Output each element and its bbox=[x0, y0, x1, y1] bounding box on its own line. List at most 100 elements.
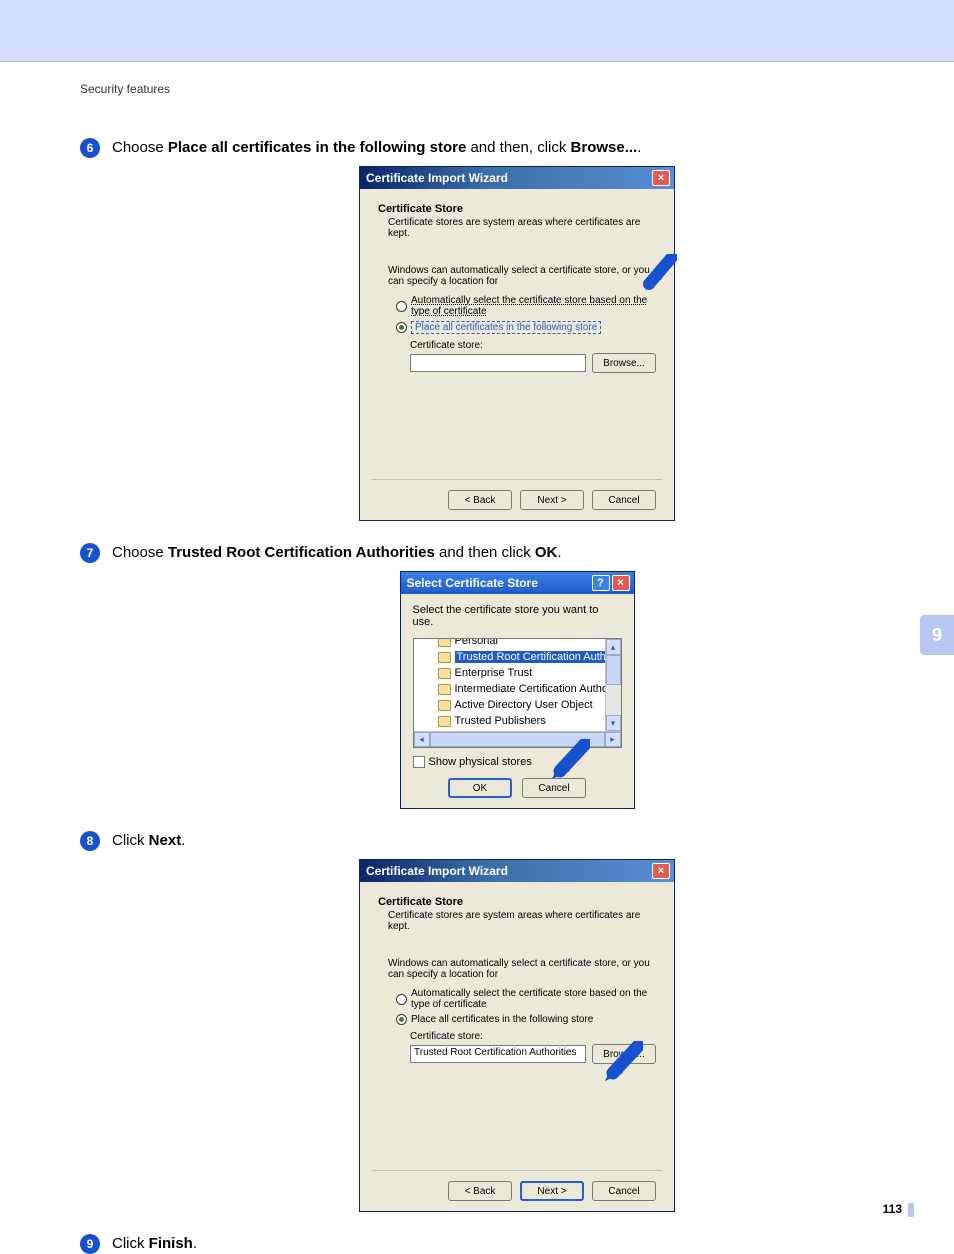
step-6: 6 Choose Place all certificates in the f… bbox=[80, 138, 954, 158]
t: . bbox=[181, 832, 185, 849]
browse-button[interactable]: Browse... bbox=[592, 353, 656, 373]
tree-item-trusted-pub[interactable]: Trusted Publishers bbox=[416, 713, 619, 729]
arrow-icon bbox=[601, 1041, 643, 1083]
step-bullet: 8 bbox=[80, 831, 100, 851]
section-title: Security features bbox=[80, 82, 954, 96]
cert-store-field[interactable]: Trusted Root Certification Authorities bbox=[410, 1045, 586, 1063]
arrow-icon bbox=[639, 254, 677, 292]
cert-store-field[interactable] bbox=[410, 354, 586, 372]
step-8: 8 Click Next. bbox=[80, 831, 954, 851]
t: Place all certificates in the following … bbox=[168, 139, 466, 156]
step-bullet: 9 bbox=[80, 1234, 100, 1254]
close-icon[interactable]: × bbox=[652, 170, 670, 186]
t: Choose bbox=[112, 544, 168, 561]
radio-label: Automatically select the certificate sto… bbox=[411, 295, 656, 317]
radio-auto[interactable]: Automatically select the certificate sto… bbox=[396, 295, 656, 317]
folder-icon bbox=[438, 668, 451, 679]
step-text: Click Next. bbox=[112, 831, 185, 851]
ok-button[interactable]: OK bbox=[448, 778, 512, 798]
folder-icon bbox=[438, 700, 451, 711]
scroll-left-icon[interactable]: ◂ bbox=[414, 732, 430, 747]
t: Browse... bbox=[571, 139, 638, 156]
tree-item-trusted-root[interactable]: Trusted Root Certification Authorities bbox=[416, 649, 619, 665]
tree-item-aduo[interactable]: Active Directory User Object bbox=[416, 697, 619, 713]
select-cert-store-dialog: Select Certificate Store ? × Select the … bbox=[400, 571, 635, 809]
t: Trusted Root Certification Authorities bbox=[168, 544, 435, 561]
cert-store-para: Windows can automatically select a certi… bbox=[388, 958, 656, 980]
cert-store-field-label: Certificate store: bbox=[410, 340, 656, 351]
page-number: 113 bbox=[883, 1202, 914, 1217]
radio-label: Automatically select the certificate sto… bbox=[411, 988, 656, 1010]
select-store-label: Select the certificate store you want to… bbox=[413, 604, 622, 628]
t: . bbox=[193, 1235, 197, 1252]
cert-store-heading: Certificate Store bbox=[378, 896, 656, 908]
tree-label: Enterprise Trust bbox=[455, 667, 533, 679]
step-text: Choose Trusted Root Certification Author… bbox=[112, 543, 562, 563]
help-icon[interactable]: ? bbox=[592, 575, 610, 591]
scroll-thumb[interactable] bbox=[606, 655, 621, 685]
dialog-titlebar: Certificate Import Wizard × bbox=[360, 860, 674, 882]
radio-label: Place all certificates in the following … bbox=[411, 321, 601, 334]
radio-auto[interactable]: Automatically select the certificate sto… bbox=[396, 988, 656, 1010]
dialog-title: Select Certificate Store bbox=[407, 576, 538, 590]
tree-label: Trusted Root Certification Authorities bbox=[455, 651, 622, 663]
next-button[interactable]: Next > bbox=[520, 490, 584, 510]
t: and then, click bbox=[466, 139, 570, 156]
checkbox-icon bbox=[413, 756, 425, 768]
cancel-button[interactable]: Cancel bbox=[592, 490, 656, 510]
t: Click bbox=[112, 832, 149, 849]
step-text: Click Finish. bbox=[112, 1234, 197, 1254]
scroll-up-icon[interactable]: ▴ bbox=[606, 639, 621, 655]
t: Click bbox=[112, 1235, 149, 1252]
scroll-down-icon[interactable]: ▾ bbox=[606, 715, 621, 731]
cancel-button[interactable]: Cancel bbox=[522, 778, 586, 798]
t: Finish bbox=[149, 1235, 193, 1252]
folder-icon bbox=[438, 652, 451, 663]
arrow-icon bbox=[548, 739, 590, 781]
header-band bbox=[0, 0, 954, 62]
step-9: 9 Click Finish. bbox=[80, 1234, 954, 1254]
tree-label: Intermediate Certification Authorities bbox=[455, 683, 622, 695]
cert-import-wizard-dialog-step6: Certificate Import Wizard × Certificate … bbox=[359, 166, 675, 521]
t: OK bbox=[535, 544, 558, 561]
dialog-titlebar: Select Certificate Store ? × bbox=[401, 572, 634, 594]
tree-label: Trusted Publishers bbox=[455, 715, 546, 727]
step-text: Choose Place all certificates in the fol… bbox=[112, 138, 641, 158]
cert-import-wizard-dialog-step8: Certificate Import Wizard × Certificate … bbox=[359, 859, 675, 1212]
tree-item-intermediate[interactable]: Intermediate Certification Authorities bbox=[416, 681, 619, 697]
chapter-tab: 9 bbox=[920, 615, 954, 655]
cert-store-sub: Certificate stores are system areas wher… bbox=[378, 910, 656, 932]
radio-icon bbox=[396, 322, 407, 333]
t: Choose bbox=[112, 139, 168, 156]
cert-store-tree[interactable]: Personal Trusted Root Certification Auth… bbox=[413, 638, 622, 748]
checkbox-label: Show physical stores bbox=[429, 756, 532, 768]
radio-place[interactable]: Place all certificates in the following … bbox=[396, 1014, 656, 1025]
radio-label: Place all certificates in the following … bbox=[411, 1014, 593, 1025]
radio-icon bbox=[396, 301, 407, 312]
show-physical-stores-checkbox[interactable]: Show physical stores bbox=[413, 756, 622, 768]
step-7: 7 Choose Trusted Root Certification Auth… bbox=[80, 543, 954, 563]
cancel-button[interactable]: Cancel bbox=[592, 1181, 656, 1201]
close-icon[interactable]: × bbox=[652, 863, 670, 879]
cert-store-heading: Certificate Store bbox=[378, 203, 656, 215]
radio-place[interactable]: Place all certificates in the following … bbox=[396, 321, 656, 334]
radio-icon bbox=[396, 994, 407, 1005]
back-button[interactable]: < Back bbox=[448, 1181, 512, 1201]
tree-label: Personal bbox=[455, 638, 498, 647]
dialog-title: Certificate Import Wizard bbox=[366, 864, 508, 878]
step-bullet: 6 bbox=[80, 138, 100, 158]
step-bullet: 7 bbox=[80, 543, 100, 563]
vertical-scrollbar[interactable]: ▴ ▾ bbox=[605, 639, 621, 731]
t: Next bbox=[149, 832, 182, 849]
tree-item-enterprise[interactable]: Enterprise Trust bbox=[416, 665, 619, 681]
t: . bbox=[637, 139, 641, 156]
tree-item-personal[interactable]: Personal bbox=[416, 638, 619, 649]
scroll-right-icon[interactable]: ▸ bbox=[605, 732, 621, 747]
folder-icon bbox=[438, 716, 451, 727]
close-icon[interactable]: × bbox=[612, 575, 630, 591]
back-button[interactable]: < Back bbox=[448, 490, 512, 510]
folder-icon bbox=[438, 684, 451, 695]
folder-icon bbox=[438, 638, 451, 647]
next-button[interactable]: Next > bbox=[520, 1181, 584, 1201]
tree-label: Active Directory User Object bbox=[455, 699, 593, 711]
